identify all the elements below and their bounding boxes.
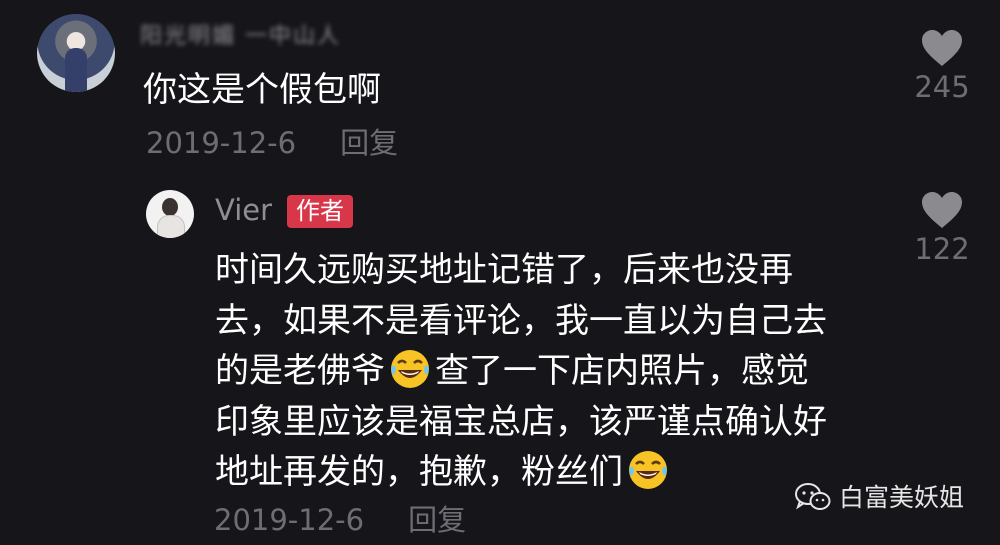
reply-username[interactable]: Vier bbox=[215, 193, 272, 227]
heart-icon bbox=[922, 30, 962, 66]
comment-date: 2019-12-6 bbox=[146, 126, 297, 160]
laughing-crying-emoji-icon bbox=[391, 350, 429, 388]
avatar-figure bbox=[65, 48, 87, 92]
wechat-icon bbox=[795, 483, 831, 510]
comment-meta: 2019-12-6 回复 bbox=[146, 120, 398, 162]
laughing-crying-emoji-icon bbox=[629, 451, 667, 489]
heart-icon bbox=[922, 192, 962, 228]
like-count: 245 bbox=[914, 70, 970, 104]
watermark-text: 白富美妖姐 bbox=[839, 483, 965, 512]
reply-button[interactable]: 回复 bbox=[340, 126, 398, 160]
author-badge: 作者 bbox=[287, 195, 353, 228]
reply-line-part: 的是老佛爷 bbox=[215, 351, 385, 391]
watermark: 白富美妖姐 bbox=[795, 478, 964, 514]
avatar-head bbox=[162, 198, 178, 216]
reply-date: 2019-12-6 bbox=[214, 503, 365, 537]
reply-line: 去，如果不是看评论，我一直以为自己去 bbox=[215, 300, 827, 341]
reply-button[interactable]: 回复 bbox=[408, 503, 466, 537]
reply-line: 印象里应该是福宝总店，该严谨点确认好 bbox=[215, 401, 827, 442]
reply-line-part: 地址再发的，抱歉，粉丝们 bbox=[215, 452, 623, 492]
reply-line: 时间久远购买地址记错了，后来也没再 bbox=[215, 250, 793, 290]
reply-line: 的是老佛爷 查了一下店内照片，感觉 bbox=[215, 346, 905, 397]
comment-username[interactable]: 阳光明媚 一中山人 bbox=[140, 18, 340, 49]
reply-avatar[interactable] bbox=[146, 190, 194, 238]
comment-text: 你这是个假包啊 bbox=[143, 70, 381, 110]
like-button[interactable]: 122 bbox=[902, 190, 982, 266]
avatar[interactable] bbox=[37, 14, 115, 92]
avatar-torso bbox=[157, 215, 185, 238]
reply-meta: 2019-12-6 回复 bbox=[214, 497, 466, 539]
like-button[interactable]: 245 bbox=[902, 28, 982, 104]
reply-line-part: 查了一下店内照片，感觉 bbox=[435, 351, 809, 391]
reply-text: 时间久远购买地址记错了，后来也没再 去，如果不是看评论，我一直以为自己去 的是老… bbox=[215, 245, 905, 498]
like-count: 122 bbox=[914, 232, 970, 266]
